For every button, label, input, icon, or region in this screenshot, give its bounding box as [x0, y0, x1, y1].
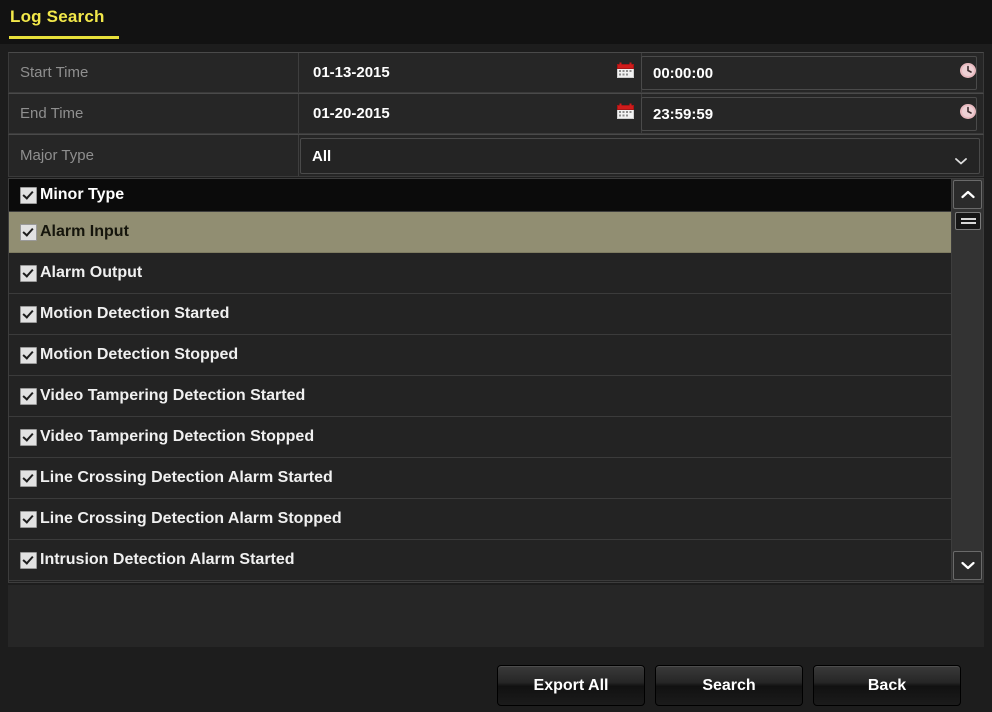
back-button[interactable]: Back: [813, 665, 961, 706]
search-button[interactable]: Search: [655, 665, 803, 706]
list-item-checkbox[interactable]: [20, 223, 37, 241]
clock-icon[interactable]: [959, 102, 977, 125]
list-item-label: Alarm Output: [40, 264, 143, 281]
calendar-icon[interactable]: [616, 62, 634, 83]
list-item-label: Intrusion Detection Alarm Started: [40, 551, 295, 568]
minor-type-header-checkbox[interactable]: [20, 186, 37, 204]
start-time-label: Start Time: [9, 53, 299, 92]
list-item-checkbox[interactable]: [20, 387, 37, 405]
list-item-checkbox[interactable]: [20, 551, 37, 569]
major-type-select[interactable]: All: [300, 138, 980, 174]
title-bar: Log Search: [0, 0, 992, 44]
minor-type-list-panel: Minor Type Alarm Input Alarm Output Moti…: [8, 178, 984, 583]
calendar-icon[interactable]: [616, 103, 634, 124]
chevron-up-icon: [960, 186, 975, 204]
search-filter-form: Start Time 01-13-2015 00:00:00 End Time …: [8, 52, 984, 178]
end-time-field[interactable]: 23:59:59: [641, 97, 977, 131]
tab-log-search[interactable]: Log Search: [10, 7, 105, 27]
list-item[interactable]: Motion Detection Started: [9, 294, 953, 335]
clock-icon[interactable]: [959, 61, 977, 84]
form-row-major-type: Major Type All: [8, 134, 984, 177]
bottom-spacer-panel: [8, 585, 984, 647]
list-item[interactable]: Intrusion Detection Alarm Started: [9, 540, 953, 581]
list-item-label: Alarm Input: [40, 223, 129, 240]
list-item[interactable]: Alarm Input: [9, 212, 953, 253]
scroll-down-button[interactable]: [953, 551, 982, 580]
minor-type-header[interactable]: Minor Type: [9, 179, 983, 212]
minor-type-list-body: Alarm Input Alarm Output Motion Detectio…: [9, 212, 953, 582]
tab-active-underline: [9, 36, 119, 39]
list-item-label: Line Crossing Detection Alarm Started: [40, 469, 333, 486]
chevron-down-icon: [960, 557, 975, 575]
scroll-thumb[interactable]: [955, 212, 981, 230]
list-item[interactable]: Video Tampering Detection Stopped: [9, 417, 953, 458]
end-time-value: 23:59:59: [653, 105, 714, 123]
list-item-label: Video Tampering Detection Started: [40, 387, 306, 404]
list-item[interactable]: Video Tampering Detection Started: [9, 376, 953, 417]
list-item-label: Video Tampering Detection Stopped: [40, 428, 315, 445]
end-time-cell: 23:59:59: [633, 94, 985, 133]
list-item-label: Motion Detection Stopped: [40, 346, 239, 363]
list-item-checkbox[interactable]: [20, 428, 37, 446]
list-item[interactable]: Line Crossing Detection Alarm Stopped: [9, 499, 953, 540]
list-item-checkbox[interactable]: [20, 264, 37, 282]
list-item[interactable]: Line Crossing Detection Alarm Started: [9, 458, 953, 499]
chevron-down-icon[interactable]: [955, 152, 967, 165]
start-time-field[interactable]: 00:00:00: [641, 56, 977, 90]
footer-button-bar: Export All Search Back: [0, 663, 992, 712]
minor-type-header-label: Minor Type: [40, 186, 125, 203]
export-all-button[interactable]: Export All: [497, 665, 645, 706]
list-scrollbar[interactable]: [951, 179, 983, 582]
scroll-thumb-grip: [960, 218, 976, 220]
scroll-up-button[interactable]: [953, 180, 982, 209]
list-item-label: Line Crossing Detection Alarm Stopped: [40, 510, 342, 527]
list-item[interactable]: Motion Detection Stopped: [9, 335, 953, 376]
list-item-checkbox[interactable]: [20, 510, 37, 528]
start-time-value: 00:00:00: [653, 64, 714, 82]
start-date-field[interactable]: 01-13-2015: [300, 53, 632, 92]
start-time-cell: 00:00:00: [633, 53, 985, 92]
list-item-checkbox[interactable]: [20, 346, 37, 364]
list-item-checkbox[interactable]: [20, 469, 37, 487]
list-item-checkbox[interactable]: [20, 305, 37, 323]
end-date-field[interactable]: 01-20-2015: [300, 94, 632, 133]
form-row-end-time: End Time 01-20-2015 23:59:59: [8, 93, 984, 134]
scroll-thumb-grip: [960, 222, 976, 224]
major-type-label: Major Type: [9, 135, 299, 176]
list-item[interactable]: Alarm Output: [9, 253, 953, 294]
form-row-start-time: Start Time 01-13-2015 00:00:00: [8, 52, 984, 93]
end-time-label: End Time: [9, 94, 299, 133]
list-item-label: Motion Detection Started: [40, 305, 230, 322]
major-type-value: All: [312, 147, 332, 165]
